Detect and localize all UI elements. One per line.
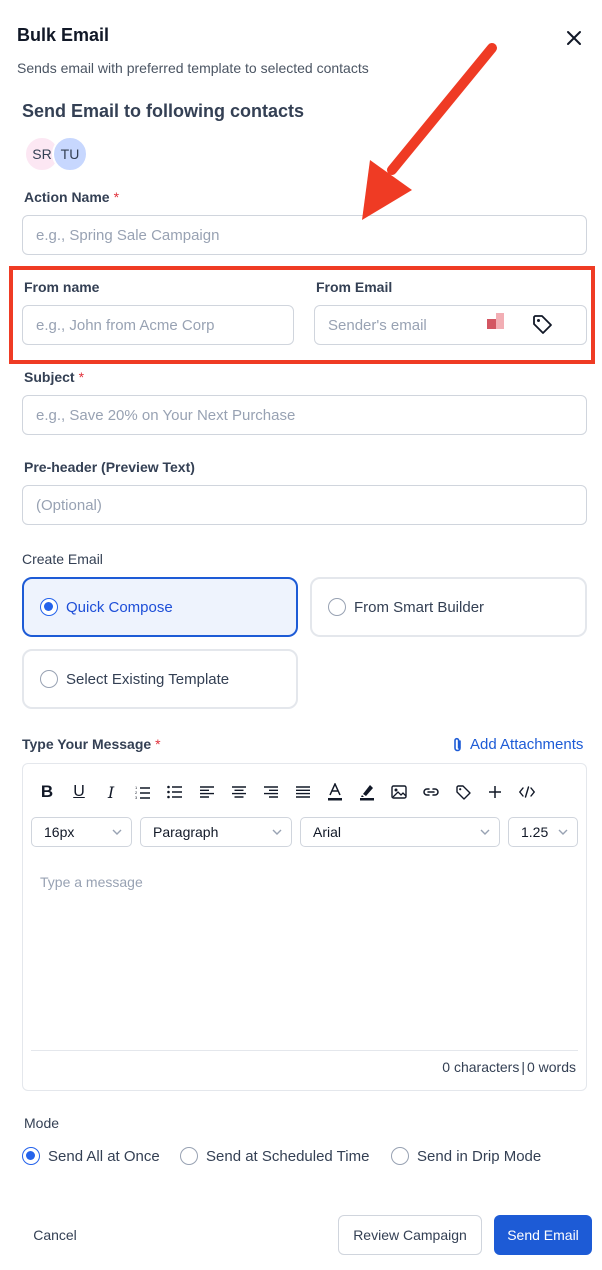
recipient-avatars: SR TU [24,136,104,172]
squares-icon[interactable] [487,313,505,331]
quick-compose-option[interactable]: Quick Compose [22,577,298,637]
mode-send-all-option[interactable]: Send All at Once [22,1147,160,1165]
italic-button[interactable]: I [95,779,127,805]
chevron-down-icon [558,829,568,835]
font-size-select[interactable]: 16px [31,817,132,847]
align-right-button[interactable] [255,779,287,805]
insert-link-button[interactable] [415,779,447,805]
from-email-label: From Email [316,279,393,295]
radio-selected [40,598,58,616]
radio-unselected [180,1147,198,1165]
ordered-list-icon: 1 2 3 [135,785,150,799]
insert-image-button[interactable] [383,779,415,805]
align-center-icon [232,786,246,798]
radio-unselected [328,598,346,616]
code-view-button[interactable] [511,779,543,805]
line-height-select[interactable]: 1.25 [508,817,578,847]
message-editor: B U I 1 2 3 16px Paragraph Arial 1.25 Ty… [22,763,587,1091]
ordered-list-button[interactable]: 1 2 3 [127,779,159,805]
link-icon [423,788,439,796]
bullet-list-icon [167,785,182,799]
chevron-down-icon [112,829,122,835]
recipients-title: Send Email to following contacts [22,101,305,121]
subject-input[interactable]: e.g., Save 20% on Your Next Purchase [22,395,587,435]
tag-icon [456,785,471,800]
cancel-button[interactable]: Cancel [20,1218,90,1252]
highlight-button[interactable] [351,779,383,805]
align-justify-button[interactable] [287,779,319,805]
annotation-arrow [362,43,497,220]
close-icon [567,31,581,45]
radio-selected [22,1147,40,1165]
dialog-title: Bulk Email [17,25,110,45]
message-body-input[interactable]: Type a message [40,874,143,890]
subject-label: Subject * [24,369,85,385]
mode-label: Mode [24,1115,60,1131]
align-center-button[interactable] [223,779,255,805]
send-email-button[interactable]: Send Email [494,1215,592,1255]
add-attachments-link[interactable]: Add Attachments [451,736,583,753]
font-family-select[interactable]: Arial [300,817,500,847]
code-icon [519,786,535,798]
radio-unselected [391,1147,409,1165]
bullet-list-button[interactable] [159,779,191,805]
close-button[interactable] [563,27,585,49]
character-word-count: 0 characters | 0 words [442,1059,576,1075]
smart-builder-option[interactable]: From Smart Builder [310,577,587,637]
insert-tag-button[interactable] [447,779,479,805]
avatar: TU [52,136,88,172]
bold-button[interactable]: B [31,779,63,805]
highlight-icon [360,785,374,801]
preheader-label: Pre-header (Preview Text) [24,459,195,475]
align-left-icon [200,786,214,798]
existing-template-option[interactable]: Select Existing Template [22,649,298,709]
align-justify-icon [296,786,310,798]
insert-more-button[interactable] [479,779,511,805]
message-label: Type Your Message * [22,736,161,752]
align-left-button[interactable] [191,779,223,805]
preheader-input[interactable]: (Optional) [22,485,587,525]
from-name-input[interactable]: e.g., John from Acme Corp [22,305,294,345]
from-name-label: From name [24,279,100,295]
chevron-down-icon [480,829,490,835]
review-campaign-button[interactable]: Review Campaign [338,1215,482,1255]
block-format-select[interactable]: Paragraph [140,817,292,847]
radio-unselected [40,670,58,688]
plus-icon [489,786,501,798]
editor-toolbar: B U I 1 2 3 [31,779,543,805]
mode-scheduled-option[interactable]: Send at Scheduled Time [180,1147,369,1165]
create-email-label: Create Email [22,551,103,567]
svg-text:3: 3 [135,795,138,799]
divider [31,1050,578,1051]
action-name-label: Action Name * [24,189,120,205]
align-right-icon [264,786,278,798]
image-icon [391,785,407,799]
dialog-subtitle: Sends email with preferred template to s… [17,60,369,76]
underline-button[interactable]: U [63,779,95,805]
text-color-icon [328,783,342,801]
text-color-button[interactable] [319,779,351,805]
tag-icon[interactable] [531,313,553,335]
chevron-down-icon [272,829,282,835]
paperclip-icon [454,737,461,751]
mode-drip-option[interactable]: Send in Drip Mode [391,1147,541,1165]
